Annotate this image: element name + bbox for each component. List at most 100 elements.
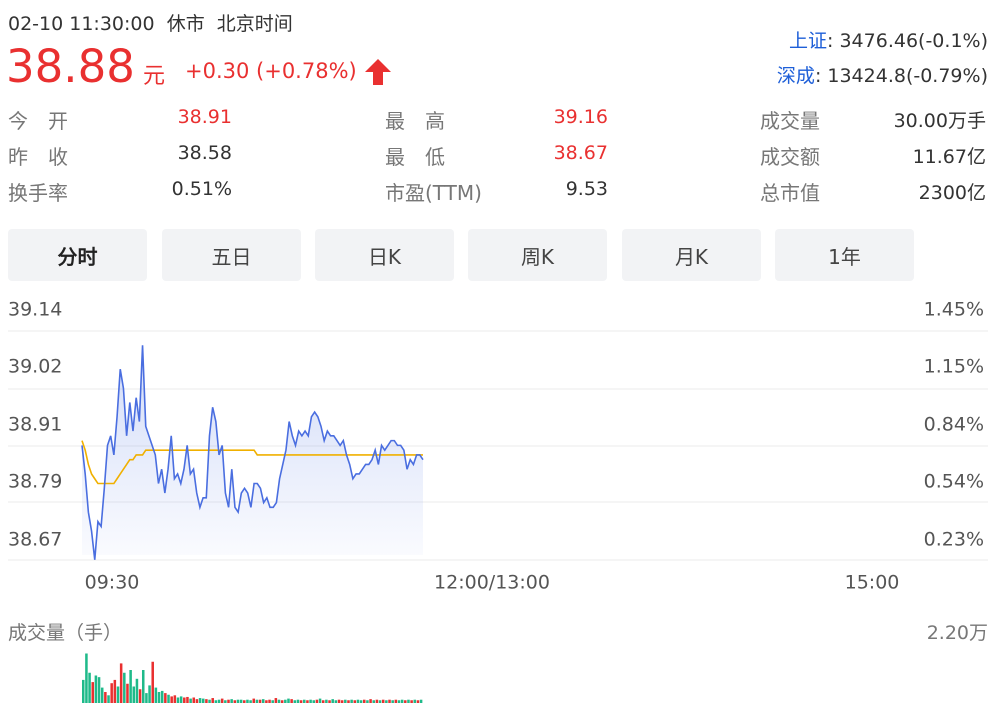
stat-value-volume: 30.00万手 bbox=[893, 110, 986, 132]
volume-bar bbox=[375, 699, 379, 703]
y-tick-label: 38.91 bbox=[8, 414, 62, 436]
volume-bar bbox=[236, 699, 240, 703]
volume-max-label: 2.20万 bbox=[926, 622, 988, 644]
volume-bar bbox=[385, 700, 388, 703]
stat-label-low: 最 低 bbox=[385, 145, 445, 169]
volume-bar bbox=[201, 698, 205, 703]
volume-bar bbox=[337, 699, 341, 703]
percent-axis-labels: 1.45% 1.15% 0.84% 0.54% 0.23% bbox=[924, 299, 984, 551]
tab-daily-k[interactable]: 日K bbox=[315, 229, 454, 281]
y-tick-label: 38.67 bbox=[8, 529, 62, 551]
volume-bar bbox=[132, 686, 136, 703]
stat-value-low: 38.67 bbox=[553, 142, 608, 164]
volume-bar bbox=[309, 699, 312, 703]
stat-value-high: 39.16 bbox=[553, 106, 608, 128]
volume-bar bbox=[353, 700, 357, 703]
market-status: 休市 bbox=[166, 13, 205, 35]
index-shanghai-name[interactable]: 上证 bbox=[789, 30, 827, 52]
volume-bar bbox=[318, 698, 322, 703]
volume-bar bbox=[239, 699, 243, 703]
volume-bar bbox=[220, 698, 224, 703]
price-area-fill bbox=[82, 345, 423, 560]
volume-label: 成交量（手） bbox=[8, 622, 123, 644]
volume-bar bbox=[325, 699, 328, 703]
volume-bar bbox=[277, 699, 281, 703]
volume-bar bbox=[135, 678, 139, 703]
percent-tick-label: 1.45% bbox=[924, 299, 984, 321]
volume-bar bbox=[344, 699, 347, 703]
volume-bar bbox=[321, 700, 325, 703]
volume-bar bbox=[252, 698, 256, 703]
volume-bar bbox=[299, 700, 303, 703]
price-change: +0.30 (+0.78%) bbox=[185, 59, 357, 83]
percent-tick-label: 1.15% bbox=[924, 356, 984, 378]
percent-tick-label: 0.84% bbox=[924, 414, 984, 436]
tab-five-day[interactable]: 五日 bbox=[162, 229, 301, 281]
x-tick-label: 09:30 bbox=[85, 572, 140, 594]
volume-bar bbox=[154, 687, 158, 703]
volume-bar bbox=[211, 698, 214, 703]
volume-bar bbox=[334, 700, 338, 703]
volume-bar bbox=[359, 700, 363, 703]
x-tick-label: 12:00/13:00 bbox=[434, 572, 550, 594]
volume-bar bbox=[107, 695, 110, 703]
volume-bar bbox=[85, 653, 88, 703]
tab-monthly-k[interactable]: 月K bbox=[622, 229, 761, 281]
volume-bar bbox=[312, 700, 316, 703]
index-shenzhen-name[interactable]: 深成 bbox=[777, 65, 815, 87]
y-axis-labels: 39.14 39.02 38.91 38.79 38.67 bbox=[8, 299, 62, 551]
volume-bar bbox=[129, 670, 132, 703]
volume-bar bbox=[290, 699, 293, 703]
volume-bar bbox=[362, 699, 366, 703]
volume-bar bbox=[123, 672, 126, 703]
volume-bar bbox=[356, 699, 360, 703]
volume-bar bbox=[246, 699, 249, 703]
volume-bar bbox=[366, 700, 369, 703]
volume-bar bbox=[249, 700, 252, 703]
y-tick-label: 38.79 bbox=[8, 471, 62, 493]
volume-bar bbox=[315, 699, 319, 703]
price-unit: 元 bbox=[143, 64, 166, 89]
tab-intraday[interactable]: 分时 bbox=[8, 229, 147, 281]
x-axis-labels: 09:30 12:00/13:00 15:00 bbox=[85, 572, 900, 594]
volume-bar bbox=[404, 700, 407, 703]
volume-bar bbox=[97, 677, 101, 703]
volume-bar bbox=[372, 700, 375, 703]
intraday-chart: 39.14 39.02 38.91 38.79 38.67 1.45% 1.15% 0.84… bbox=[8, 299, 988, 703]
volume-bar bbox=[208, 699, 211, 703]
volume-bar bbox=[391, 700, 394, 703]
quote-time-status: 02-10 11:30:00 休市 北京时间 bbox=[8, 9, 293, 36]
volume-bar bbox=[258, 699, 262, 703]
tab-weekly-k[interactable]: 周K bbox=[468, 229, 607, 281]
volume-bar bbox=[388, 699, 391, 703]
tab-one-year[interactable]: 1年 bbox=[775, 229, 914, 281]
volume-bar bbox=[160, 690, 164, 703]
volume-bar bbox=[306, 700, 309, 703]
index-shanghai[interactable]: 上证: 3476.46(-0.1%) bbox=[789, 26, 988, 53]
volume-bar bbox=[369, 699, 372, 703]
volume-bar bbox=[381, 699, 385, 703]
volume-bar bbox=[110, 683, 113, 703]
volume-bar bbox=[167, 694, 170, 703]
current-price: 38.88 bbox=[6, 40, 135, 93]
volume-bar bbox=[224, 700, 227, 703]
volume-bar bbox=[271, 700, 274, 703]
volume-bar bbox=[138, 689, 142, 703]
volume-bar bbox=[274, 698, 278, 703]
y-tick-label: 39.14 bbox=[8, 299, 62, 321]
stat-label-high: 最 高 bbox=[385, 109, 445, 133]
up-arrow-icon bbox=[365, 59, 391, 85]
volume-bar bbox=[303, 699, 306, 703]
volume-bar bbox=[176, 697, 180, 703]
volume-bar bbox=[198, 698, 202, 703]
volume-bar bbox=[100, 687, 104, 703]
index-shenzhen[interactable]: 深成: 13424.8(-0.79%) bbox=[777, 61, 988, 88]
stat-label-open: 今 开 bbox=[8, 109, 68, 133]
volume-bar bbox=[170, 696, 173, 703]
volume-bar bbox=[94, 675, 98, 703]
volume-bars bbox=[82, 653, 423, 703]
volume-bar bbox=[119, 663, 123, 703]
volume-bar bbox=[400, 699, 404, 703]
volume-bar bbox=[148, 685, 151, 703]
volume-bar bbox=[164, 693, 167, 703]
